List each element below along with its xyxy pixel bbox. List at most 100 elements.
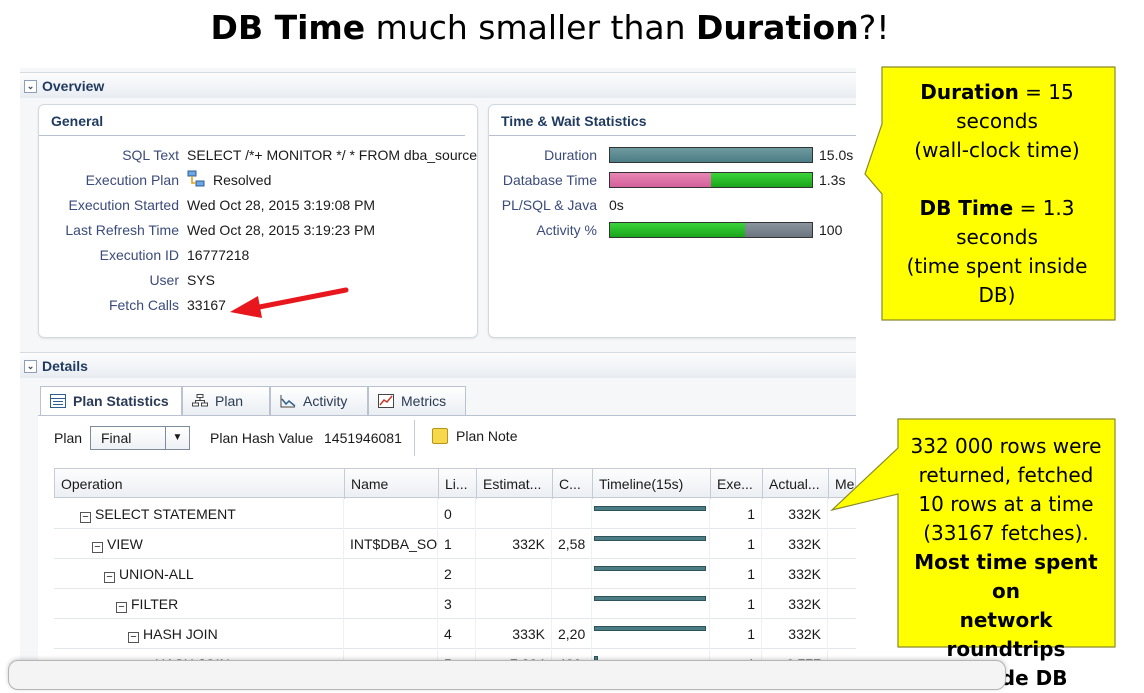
time-wait-row: Activity % 100 [489,220,856,240]
column-header[interactable]: C... [553,469,593,499]
line-id-cell: 2 [438,559,476,589]
tab-plan-statistics[interactable]: Plan Statistics [40,386,182,418]
general-row-value-text: Resolved [213,172,272,188]
executions-cell: 1 [710,559,762,589]
operation-name: FILTER [131,596,179,612]
table-row[interactable]: − SELECT STATEMENT 0 1 332K [54,499,856,529]
other-segment [745,223,812,237]
executions-cell: 1 [710,589,762,619]
collapse-chevron-icon[interactable]: ⌄ [24,360,37,373]
plan-hash-value: 1451946081 [324,430,402,446]
cost-cell [552,589,592,619]
general-row-value: Wed Oct 28, 2015 3:19:08 PM [187,195,375,215]
tab-metrics[interactable]: Metrics [368,386,466,416]
timeline-bar [594,566,706,571]
general-row-label: Execution ID [99,247,179,263]
general-row: Execution ID 16777218 [39,245,469,265]
general-row-label: Execution Plan [85,172,179,188]
timeline-bar [594,596,706,601]
tab-plan[interactable]: Plan [182,386,270,416]
overview-section-header[interactable]: ⌄ Overview [20,72,856,98]
general-row-label: User [149,272,179,288]
tree-collapse-icon[interactable]: − [92,542,103,553]
plan-tree-icon [192,394,208,407]
general-row-value-text: 16777218 [187,247,250,263]
object-name-cell: INT$DBA_SOURCE [344,529,438,559]
table-row[interactable]: − UNION-ALL 2 1 332K [54,559,856,589]
time-wait-row: Database Time 1.3s [489,170,856,190]
collapse-chevron-icon[interactable]: ⌄ [24,80,37,93]
column-header[interactable]: Estimat... [477,469,553,499]
tree-collapse-icon[interactable]: − [80,512,91,523]
line-id-cell: 1 [438,529,476,559]
column-header[interactable]: Operation [55,469,345,499]
line-id-cell: 0 [438,499,476,529]
object-name-cell [344,499,438,529]
general-row: Last Refresh Time Wed Oct 28, 2015 3:19:2… [39,220,469,240]
plan-resolved-icon [187,170,205,188]
table-row[interactable]: − HASH JOIN 4 333K 2,20 1 332K [54,619,856,649]
timeline-bar [594,626,706,631]
line-id-cell: 4 [438,619,476,649]
cost-cell: 2,58 [552,529,592,559]
general-row-value: 16777218 [187,245,249,265]
general-row: Execution Plan Resolved [39,170,469,190]
timeline-bar [594,536,706,541]
general-row-value: SELECT /*+ MONITOR */ * FROM dba_source [187,145,477,165]
tree-collapse-icon[interactable]: − [116,602,127,613]
time-wait-panel-title: Time & Wait Statistics [489,105,856,136]
general-row-label: Execution Started [68,197,179,213]
time-wait-row-value: 15.0s [819,147,854,163]
operation-name: HASH JOIN [143,626,218,642]
table-row[interactable]: − FILTER 3 1 332K [54,589,856,619]
general-row-label: Fetch Calls [108,297,179,313]
general-row-value-text: Wed Oct 28, 2015 3:19:23 PM [187,222,376,238]
general-row: Execution Started Wed Oct 28, 2015 3:19:0… [39,195,469,215]
general-row-value-text: 33167 [187,297,226,313]
bottom-overlay-panel [8,660,1006,690]
plan-select[interactable]: Final ▼ [90,426,190,450]
time-wait-row-value: 100 [819,222,843,238]
general-row-value[interactable]: Resolved [187,170,271,190]
tree-collapse-icon[interactable]: − [104,572,115,583]
cpu-segment [711,173,812,187]
column-header[interactable]: Name [345,469,439,499]
table-row[interactable]: −VIEWINT$DBA_SOURCE1332K2,581332K [54,529,856,559]
note-icon [432,428,448,444]
duration-segment [610,148,812,162]
operation-name: UNION-ALL [119,566,194,582]
tab-activity[interactable]: Activity [270,386,368,416]
time-bar [609,172,813,188]
tree-collapse-icon[interactable]: − [128,632,139,643]
cost-cell: 2,20 [552,619,592,649]
wait-segment [610,173,711,187]
estimated-rows-cell: 333K [476,619,552,649]
column-header[interactable]: Timeline(15s) [593,469,711,499]
general-row-label: Last Refresh Time [65,222,179,238]
time-wait-row-value: 1.3s [819,172,846,188]
actual-rows-cell: 332K [762,589,828,619]
column-header[interactable]: Li... [439,469,477,499]
executions-cell: 1 [710,499,762,529]
estimated-rows-cell [476,589,552,619]
time-wait-row: Duration 15.0s [489,145,856,165]
table-icon [50,394,66,408]
cost-cell [552,499,592,529]
actual-rows-cell: 332K [762,529,828,559]
general-row: SQL Text SELECT /*+ MONITOR */ * FROM dba… [39,145,477,165]
details-section-header[interactable]: ⌄ Details [20,352,856,378]
estimated-rows-cell: 332K [476,529,552,559]
column-header[interactable]: Actual... [763,469,829,499]
cpu-segment [610,223,745,237]
time-wait-row: PL/SQL & Java 0s [489,195,856,215]
grid-header: Operation Name Li... Estimat... C... Timeline… [54,468,856,499]
general-row-value: SYS [187,270,215,290]
plan-label: Plan [54,430,83,446]
operation-cell: − SELECT STATEMENT [54,499,344,529]
dropdown-arrow-icon[interactable]: ▼ [165,427,189,449]
column-header[interactable]: Exe... [711,469,763,499]
operation-cell: −HASH JOIN [54,619,344,649]
object-name-cell [344,619,438,649]
plan-note-button[interactable]: Plan Note [432,428,517,444]
general-row-value-text: SELECT /*+ MONITOR */ * FROM dba_source [187,147,478,163]
